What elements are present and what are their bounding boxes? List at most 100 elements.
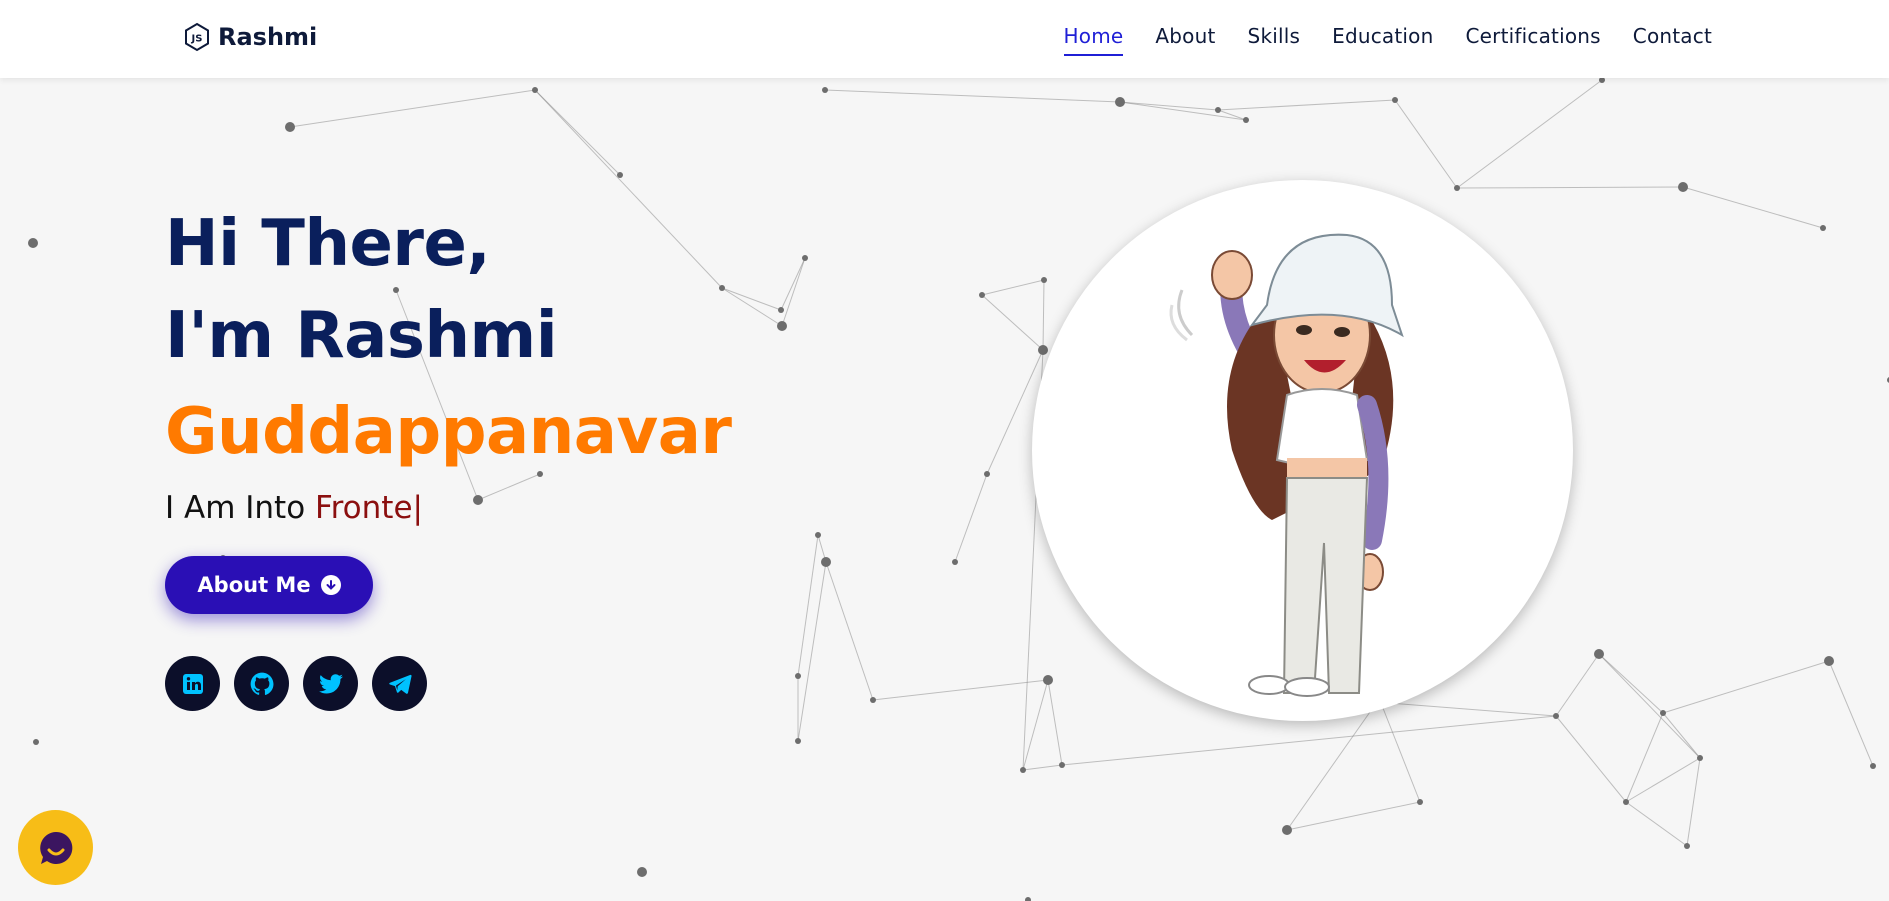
network-link xyxy=(981,294,1044,351)
typing-prefix: I Am Into xyxy=(165,490,306,526)
svg-text:JS: JS xyxy=(191,34,203,45)
network-node xyxy=(1020,767,1026,773)
network-node xyxy=(617,172,623,178)
arrow-down-circle-icon xyxy=(320,575,341,595)
telegram-icon xyxy=(388,674,412,694)
network-node xyxy=(1043,675,1053,685)
network-node xyxy=(1025,897,1031,901)
twitter-icon xyxy=(318,673,343,694)
network-link xyxy=(1376,701,1557,717)
network-link xyxy=(1662,660,1830,714)
network-link xyxy=(1598,653,1664,714)
network-node xyxy=(1454,185,1460,191)
nav-education[interactable]: Education xyxy=(1332,24,1433,56)
logo-text: Rashmi xyxy=(218,23,318,51)
github-icon xyxy=(250,672,273,695)
network-node xyxy=(33,739,39,745)
nav-contact[interactable]: Contact xyxy=(1633,24,1712,56)
network-link xyxy=(797,534,819,677)
network-node xyxy=(1678,182,1688,192)
network-link xyxy=(1625,801,1688,847)
network-node xyxy=(1623,799,1629,805)
network-link xyxy=(797,561,827,742)
network-node xyxy=(1820,225,1826,231)
network-node xyxy=(822,87,828,93)
network-link xyxy=(1217,99,1396,111)
network-node xyxy=(777,321,787,331)
network-link xyxy=(534,89,621,176)
nav-about[interactable]: About xyxy=(1155,24,1215,56)
nav-skills[interactable]: Skills xyxy=(1248,24,1301,56)
chat-bubble-icon xyxy=(39,831,72,864)
network-link xyxy=(1061,715,1557,766)
network-node xyxy=(795,673,801,679)
nav-home[interactable]: Home xyxy=(1063,24,1124,56)
network-link xyxy=(1456,186,1684,189)
network-link xyxy=(780,257,806,311)
network-link xyxy=(1456,79,1603,189)
js-hexagon-icon: JS xyxy=(185,22,209,52)
chat-widget-button[interactable] xyxy=(18,810,93,885)
about-me-label: About Me xyxy=(197,573,311,597)
network-node xyxy=(28,238,38,248)
about-me-button[interactable]: About Me xyxy=(165,556,373,614)
github-link[interactable] xyxy=(234,656,289,711)
nav-certifications[interactable]: Certifications xyxy=(1466,24,1601,56)
network-link xyxy=(1682,186,1824,229)
social-links xyxy=(165,656,731,711)
network-link xyxy=(1686,757,1701,847)
network-link xyxy=(1047,679,1063,766)
network-link xyxy=(1286,801,1421,831)
twitter-link[interactable] xyxy=(303,656,358,711)
linkedin-link[interactable] xyxy=(165,656,220,711)
network-link xyxy=(1394,99,1458,189)
network-link xyxy=(1555,715,1627,803)
network-node xyxy=(870,697,876,703)
network-node xyxy=(1282,825,1292,835)
avatar xyxy=(1032,180,1573,721)
network-node xyxy=(1038,345,1048,355)
network-link xyxy=(1625,757,1701,803)
network-node xyxy=(1824,656,1834,666)
network-node xyxy=(952,559,958,565)
network-link xyxy=(1625,712,1664,803)
main-nav: Home About Skills Education Certificatio… xyxy=(1063,24,1712,56)
waving-girl-avatar-illustration xyxy=(1169,233,1404,697)
network-link xyxy=(1378,697,1421,803)
network-link xyxy=(781,257,806,327)
site-header: JS Rashmi Home About Skills Education Ce… xyxy=(0,0,1889,78)
network-link xyxy=(825,561,874,701)
network-node xyxy=(1115,97,1125,107)
network-link xyxy=(1022,764,1063,771)
network-node xyxy=(1553,713,1559,719)
network-node xyxy=(802,255,808,261)
network-node xyxy=(1059,762,1065,768)
hero-section: Hi There, I'm Rashmi Guddappanavar I Am … xyxy=(165,198,732,711)
network-link xyxy=(1286,701,1378,831)
network-node xyxy=(979,292,985,298)
hero-name: I'm Rashmi xyxy=(165,299,558,373)
network-link xyxy=(1662,712,1701,759)
telegram-link[interactable] xyxy=(372,656,427,711)
network-node xyxy=(795,738,801,744)
network-link xyxy=(289,89,536,128)
hero-greeting: Hi There, xyxy=(165,207,491,281)
network-link xyxy=(1555,653,1600,717)
network-node xyxy=(1392,97,1398,103)
network-node xyxy=(1215,107,1221,113)
network-link xyxy=(1042,279,1045,351)
network-node xyxy=(1697,755,1703,761)
network-node xyxy=(1870,763,1876,769)
network-node xyxy=(637,867,647,877)
network-link xyxy=(872,679,1049,701)
network-node xyxy=(532,87,538,93)
typing-role: Fronte| xyxy=(315,490,423,526)
network-node xyxy=(1417,799,1423,805)
network-node xyxy=(821,557,831,567)
hero-surname: Guddappanavar xyxy=(165,395,732,469)
network-node xyxy=(1660,710,1666,716)
network-node xyxy=(1594,649,1604,659)
network-node xyxy=(1684,843,1690,849)
network-link xyxy=(1119,101,1247,121)
logo[interactable]: JS Rashmi xyxy=(182,22,317,52)
